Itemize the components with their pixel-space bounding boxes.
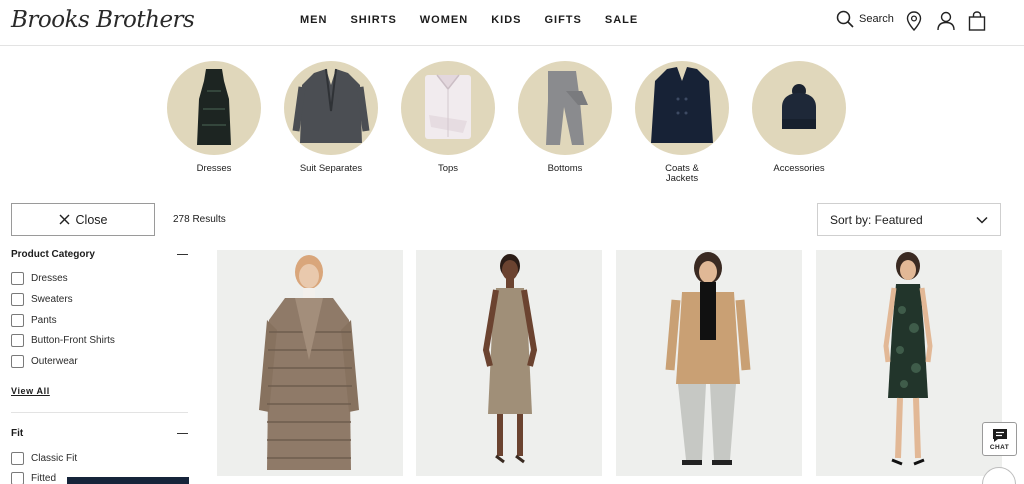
category-label: Accessories bbox=[773, 163, 825, 174]
checkbox[interactable] bbox=[11, 355, 24, 368]
product-tile-puffer-coat[interactable] bbox=[217, 250, 403, 476]
site-header: Brooks Brothers MEN SHIRTS WOMEN KIDS GI… bbox=[0, 0, 1024, 46]
product-image bbox=[259, 255, 359, 470]
product-tile-sheath-dress[interactable] bbox=[416, 250, 602, 476]
checkbox[interactable] bbox=[11, 452, 24, 465]
category-dresses[interactable]: Dresses bbox=[166, 61, 262, 174]
search-label: Search bbox=[859, 13, 894, 25]
results-count: 278 Results bbox=[173, 214, 226, 225]
category-label: Tops bbox=[437, 163, 459, 174]
sort-dropdown[interactable]: Sort by: Featured bbox=[817, 203, 1001, 236]
option-label: Sweaters bbox=[31, 294, 73, 305]
filter-option-dresses[interactable]: Dresses bbox=[11, 272, 68, 285]
close-filters-button[interactable]: Close bbox=[11, 203, 155, 236]
sort-label: Sort by: Featured bbox=[830, 212, 923, 227]
coat-thumbnail bbox=[635, 61, 729, 155]
facet-product-category-header[interactable]: Product Category bbox=[11, 249, 188, 260]
filter-option-fitted[interactable]: Fitted bbox=[11, 472, 56, 484]
product-tile-camel-coat[interactable] bbox=[616, 250, 802, 476]
chat-label: CHAT bbox=[989, 443, 1010, 451]
category-bottoms[interactable]: Bottoms bbox=[517, 61, 613, 174]
location-pin-icon[interactable] bbox=[906, 11, 922, 31]
collapse-minus-icon bbox=[177, 432, 188, 435]
nav-kids[interactable]: KIDS bbox=[491, 14, 521, 26]
option-label: Outerwear bbox=[31, 356, 78, 367]
checkbox[interactable] bbox=[11, 272, 24, 285]
category-label: Suit Separates bbox=[299, 163, 363, 174]
filter-option-outerwear[interactable]: Outerwear bbox=[11, 355, 78, 368]
product-image bbox=[482, 254, 538, 464]
filter-option-pants[interactable]: Pants bbox=[11, 314, 57, 327]
nav-men[interactable]: MEN bbox=[300, 14, 327, 26]
chat-button[interactable]: CHAT bbox=[982, 422, 1017, 456]
main-nav: MEN SHIRTS WOMEN KIDS GIFTS SALE bbox=[300, 14, 661, 26]
nav-gifts[interactable]: GIFTS bbox=[544, 14, 581, 26]
nav-sale[interactable]: SALE bbox=[605, 14, 638, 26]
facet-fit-header[interactable]: Fit bbox=[11, 428, 188, 439]
filter-option-sweaters[interactable]: Sweaters bbox=[11, 293, 73, 306]
category-coats-jackets[interactable]: Coats & Jackets bbox=[634, 61, 730, 184]
blazer-thumbnail bbox=[284, 61, 378, 155]
collapse-minus-icon bbox=[177, 253, 188, 256]
checkbox[interactable] bbox=[11, 472, 24, 484]
category-accessories[interactable]: Accessories bbox=[751, 61, 847, 174]
folded-shirt-thumbnail bbox=[401, 61, 495, 155]
account-icon[interactable] bbox=[937, 11, 955, 31]
category-tops[interactable]: Tops bbox=[400, 61, 496, 174]
chat-bubble-icon bbox=[992, 428, 1007, 442]
category-label-line2: Jackets bbox=[665, 173, 699, 184]
search-button[interactable]: Search bbox=[836, 10, 894, 28]
checkbox[interactable] bbox=[11, 334, 24, 347]
option-label: Dresses bbox=[31, 273, 68, 284]
search-icon bbox=[836, 10, 854, 28]
facet-title: Product Category bbox=[11, 249, 95, 260]
category-label: Bottoms bbox=[547, 163, 583, 174]
category-carousel: Dresses Suit Separates Tops Bottoms Coat… bbox=[166, 61, 866, 191]
product-tile-jacquard-dress[interactable] bbox=[816, 250, 1002, 476]
filter-option-button-front-shirts[interactable]: Button-Front Shirts bbox=[11, 334, 115, 347]
category-label: Coats & Jackets bbox=[634, 164, 730, 184]
shopping-bag-icon[interactable] bbox=[968, 11, 986, 31]
beanie-thumbnail bbox=[752, 61, 846, 155]
dress-thumbnail bbox=[167, 61, 261, 155]
option-label: Button-Front Shirts bbox=[31, 335, 115, 346]
category-suit-separates[interactable]: Suit Separates bbox=[283, 61, 379, 174]
chevron-down-icon bbox=[976, 216, 988, 224]
trousers-thumbnail bbox=[518, 61, 612, 155]
product-image bbox=[883, 252, 933, 466]
view-all-link[interactable]: View All bbox=[11, 386, 50, 396]
category-label: Dresses bbox=[196, 163, 232, 174]
product-image bbox=[665, 252, 751, 465]
facet-divider bbox=[11, 412, 188, 413]
checkbox[interactable] bbox=[11, 293, 24, 306]
brand-logo[interactable]: Brooks Brothers bbox=[11, 7, 195, 33]
option-label: Pants bbox=[31, 315, 57, 326]
close-label: Close bbox=[75, 212, 108, 227]
facet-title: Fit bbox=[11, 428, 24, 439]
checkbox[interactable] bbox=[11, 314, 24, 327]
option-label: Fitted bbox=[31, 473, 57, 484]
filter-option-classic-fit[interactable]: Classic Fit bbox=[11, 452, 77, 465]
option-label: Classic Fit bbox=[31, 453, 78, 464]
close-icon bbox=[59, 214, 70, 225]
nav-women[interactable]: WOMEN bbox=[420, 14, 468, 26]
apply-bar[interactable] bbox=[67, 477, 189, 484]
nav-shirts[interactable]: SHIRTS bbox=[350, 14, 396, 26]
